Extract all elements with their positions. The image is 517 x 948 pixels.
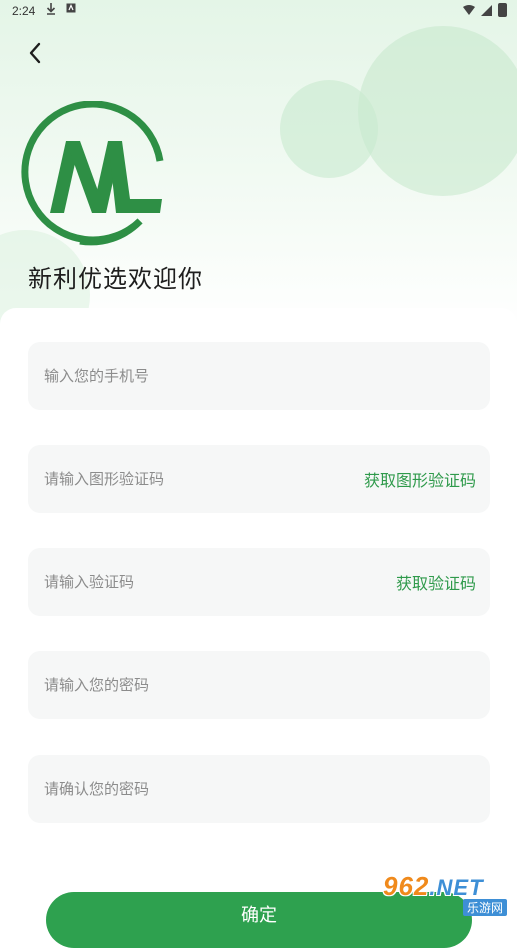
get-sms-code-button[interactable]: 获取验证码 <box>396 570 476 594</box>
get-image-captcha-button[interactable]: 获取图形验证码 <box>364 467 476 491</box>
watermark-suffix: .NET <box>429 875 484 900</box>
sms-code-input[interactable] <box>42 572 396 592</box>
decor-bubble <box>358 26 517 196</box>
chevron-left-icon <box>29 42 41 64</box>
confirm-password-field <box>28 755 490 823</box>
sms-code-field: 获取验证码 <box>28 548 490 616</box>
download-icon <box>46 3 56 18</box>
back-button[interactable] <box>20 38 50 68</box>
confirm-password-input[interactable] <box>42 779 476 799</box>
battery-icon <box>498 3 507 17</box>
welcome-title: 新利优选欢迎你 <box>28 265 203 293</box>
watermark-number: 962 <box>383 871 430 901</box>
site-watermark: 962.NET 乐游网 <box>383 871 511 916</box>
watermark-logo: 962.NET <box>383 871 484 902</box>
phone-field <box>28 342 490 410</box>
brand-logo <box>20 100 170 251</box>
image-captcha-input[interactable] <box>42 469 364 489</box>
decor-bubble <box>280 80 378 178</box>
password-input[interactable] <box>42 675 476 695</box>
status-time: 2:24 <box>12 4 36 18</box>
watermark-subtitle: 乐游网 <box>462 899 507 916</box>
password-field <box>28 651 490 719</box>
image-captcha-field: 获取图形验证码 <box>28 445 490 513</box>
notification-icon <box>66 3 76 16</box>
status-bar: 2:24 <box>0 0 517 22</box>
phone-input[interactable] <box>42 366 476 386</box>
signal-icon <box>481 4 492 16</box>
wifi-icon <box>463 5 475 15</box>
status-icons <box>463 3 507 17</box>
